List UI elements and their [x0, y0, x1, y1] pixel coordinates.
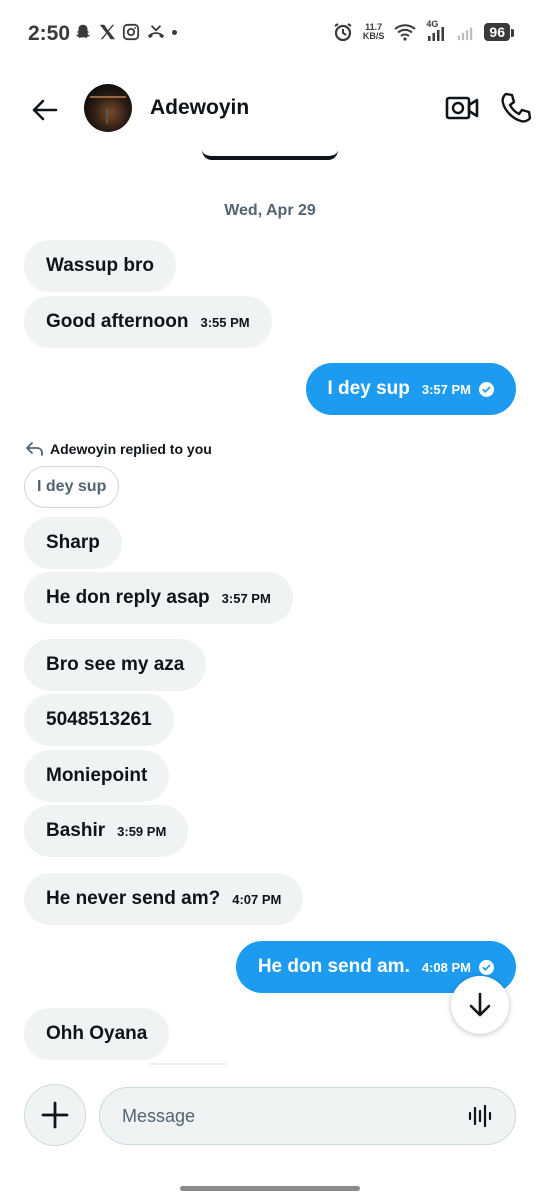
contact-name[interactable]: Adewoyin: [150, 96, 249, 120]
message-incoming[interactable]: He never send am? 4:07 PM: [24, 873, 304, 925]
list-bottom-edge: [148, 1063, 228, 1065]
alarm-icon: [334, 23, 352, 42]
x-logo-icon: [99, 24, 116, 40]
message-text: Moniepoint: [46, 765, 148, 786]
video-call-button[interactable]: [444, 92, 480, 124]
battery-indicator: 96: [484, 23, 514, 41]
message-text: Good afternoon: [46, 311, 189, 332]
arrow-left-icon: [32, 99, 58, 121]
message-incoming[interactable]: Ohh Oyana: [24, 1008, 170, 1060]
more-notifications-dot: [172, 29, 177, 35]
status-bar: 2:50 11.7 KB/S 4G 96: [0, 0, 540, 68]
message-incoming[interactable]: Bashir 3:59 PM: [24, 805, 189, 857]
date-separator: Wed, Apr 29: [224, 202, 316, 219]
avatar[interactable]: [84, 84, 132, 132]
message-text: Ohh Oyana: [46, 1023, 148, 1044]
notification-icons: [74, 22, 177, 42]
message-composer: [0, 1084, 540, 1146]
reply-arrow-icon: [26, 442, 43, 456]
message-text: 5048513261: [46, 709, 152, 730]
status-time: 2:50: [28, 22, 71, 45]
voice-call-button[interactable]: [498, 90, 534, 126]
reply-context-text: Adewoyin replied to you: [50, 441, 212, 457]
message-text: Wassup bro: [46, 255, 155, 276]
arrow-down-icon: [469, 992, 491, 1017]
network-speed: 11.7 KB/S: [362, 22, 385, 41]
system-status: 11.7 KB/S 4G 96: [333, 19, 514, 42]
avatar-image: [90, 96, 126, 124]
home-indicator[interactable]: [180, 1186, 360, 1191]
message-text: Bashir: [46, 820, 106, 841]
message-text: Bro see my aza: [46, 654, 185, 675]
missed-call-icon: [147, 25, 165, 39]
plus-icon: [41, 1101, 69, 1129]
message-incoming[interactable]: Good afternoon 3:55 PM: [24, 296, 272, 348]
message-time: 4:07 PM: [232, 891, 282, 907]
check-circle-icon: [479, 381, 494, 397]
reply-quote[interactable]: I dey sup: [24, 466, 120, 508]
message-time: 3:55 PM: [200, 314, 250, 330]
back-button[interactable]: [24, 90, 64, 130]
message-time: 3:59 PM: [117, 823, 167, 839]
video-camera-icon: [445, 96, 479, 120]
message-incoming[interactable]: 5048513261: [24, 694, 174, 746]
message-incoming[interactable]: He don reply asap 3:57 PM: [24, 572, 293, 624]
message-time: 3:57 PM: [421, 381, 471, 397]
message-incoming[interactable]: Wassup bro: [24, 240, 177, 292]
snapchat-icon: [75, 24, 91, 39]
message-text: He don reply asap: [46, 587, 210, 608]
message-text: I dey sup: [327, 378, 410, 399]
previous-content-edge: [202, 150, 338, 160]
message-text: He don send am.: [257, 956, 410, 977]
check-circle-icon: [479, 959, 494, 975]
message-time: 3:57 PM: [221, 590, 271, 606]
message-text: He never send am?: [46, 888, 221, 909]
message-input[interactable]: [99, 1087, 516, 1145]
conversation-header: Adewoyin: [0, 68, 540, 150]
message-time: 4:08 PM: [421, 959, 471, 975]
message-text: Sharp: [46, 532, 100, 553]
message-incoming[interactable]: Bro see my aza: [24, 639, 207, 691]
message-outgoing[interactable]: I dey sup 3:57 PM: [305, 363, 516, 415]
voice-message-button[interactable]: [466, 1102, 494, 1130]
voice-wave-icon: [468, 1104, 492, 1128]
scroll-to-bottom-button[interactable]: [451, 976, 509, 1034]
signal-bars-empty-icon: [458, 27, 473, 41]
instagram-icon: [122, 23, 140, 41]
wifi-icon: [394, 24, 417, 41]
message-incoming[interactable]: Moniepoint: [24, 750, 170, 802]
signal-4g: 4G: [426, 19, 446, 42]
add-attachment-button[interactable]: [24, 1084, 86, 1146]
phone-icon: [501, 92, 532, 123]
signal-bars-icon: [428, 27, 445, 41]
reply-context: Adewoyin replied to you: [26, 441, 212, 457]
message-incoming[interactable]: Sharp: [24, 517, 122, 569]
